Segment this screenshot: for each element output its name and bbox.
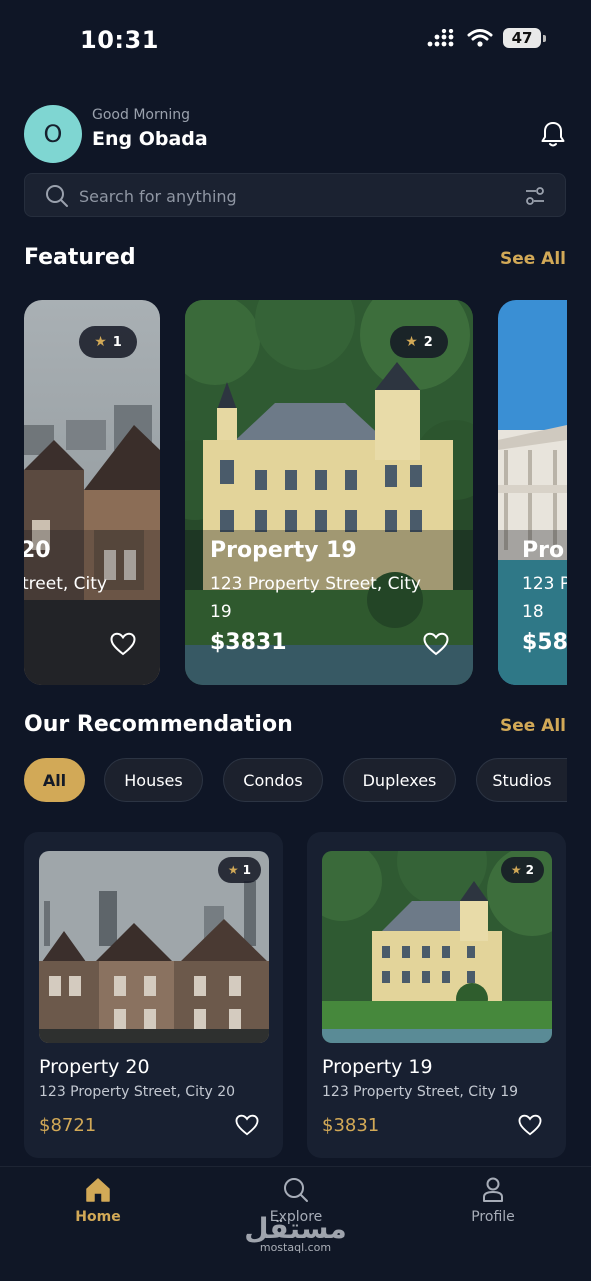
featured-card-title: 20 [24,538,51,563]
featured-card-address: treet, City [24,574,107,594]
search-bar[interactable]: Search for anything [24,173,566,217]
heart-icon[interactable] [423,632,449,656]
featured-title: Featured [24,245,136,270]
featured-card[interactable]: ★ 1 20 treet, City [24,300,160,685]
property-image: ★ 2 [322,851,552,1043]
featured-card-address: 123 Property Street, City [210,574,421,594]
rank-badge: ★ 1 [217,857,261,883]
battery-indicator: 47 [503,28,546,48]
star-icon: ★ [94,334,107,350]
recommendation-card[interactable]: ★ 2 Property 19 123 Property Street, City… [307,832,566,1158]
heart-icon[interactable] [518,1114,542,1136]
filter-chip-condos[interactable]: Condos [223,758,323,802]
rank-value: 1 [112,334,122,350]
featured-card[interactable]: ★ 2 Property 19 123 Property Street, City… [185,300,473,685]
status-icons: 47 [427,28,546,48]
rank-value: 2 [423,334,433,350]
star-icon: ★ [405,334,418,350]
featured-see-all-link[interactable]: See All [500,249,566,269]
home-icon [86,1178,110,1202]
featured-card-title: Pro [522,538,565,563]
property-image: ★ 1 [39,851,269,1043]
star-icon: ★ [227,863,239,877]
featured-card-title: Property 19 [210,538,357,563]
featured-card-address-line2: 19 [210,602,232,622]
rank-badge: ★ 2 [500,857,544,883]
property-title: Property 19 [322,1056,433,1078]
property-price: $8721 [39,1115,97,1136]
filter-chip-houses[interactable]: Houses [104,758,203,802]
filter-chip-duplexes[interactable]: Duplexes [343,758,456,802]
user-name: Eng Obada [92,128,208,150]
property-title: Property 20 [39,1056,150,1078]
rank-value: 2 [525,863,534,877]
avatar[interactable]: O [24,105,82,163]
property-address: 123 Property Street, City 19 [322,1084,519,1100]
wifi-icon [467,29,493,47]
filter-chip-studios[interactable]: Studios [476,758,567,802]
featured-card[interactable]: Pro 123 P 18 $58 [498,300,567,685]
featured-card-address: 123 P [522,574,567,594]
search-icon [46,185,68,207]
rank-badge: ★ 2 [390,326,448,358]
featured-card-address-line2: 18 [522,602,544,622]
watermark-site: mostaql.com [259,1241,332,1254]
filter-chip-all[interactable]: All [24,758,85,802]
featured-card-price: $3831 [210,630,287,655]
star-icon: ★ [510,863,522,877]
featured-card-price: $58 [522,630,567,655]
rank-badge: ★ 1 [79,326,137,358]
user-icon [483,1177,503,1202]
recommendation-see-all-link[interactable]: See All [500,716,566,736]
property-image [498,300,567,685]
greeting-text: Good Morning [92,107,190,123]
search-icon [284,1178,308,1202]
rank-value: 1 [242,863,251,877]
bell-icon[interactable] [540,120,566,148]
recommendation-title: Our Recommendation [24,712,293,737]
property-price: $3831 [322,1115,380,1136]
heart-icon[interactable] [110,632,136,656]
property-address: 123 Property Street, City 20 [39,1084,236,1100]
recommendation-card[interactable]: ★ 1 Property 20 123 Property Street, City… [24,832,283,1158]
signal-icon [427,29,454,47]
heart-icon[interactable] [235,1114,259,1136]
search-input[interactable]: Search for anything [79,187,237,206]
status-time: 10:31 [80,26,159,54]
filter-icon[interactable] [525,187,545,205]
